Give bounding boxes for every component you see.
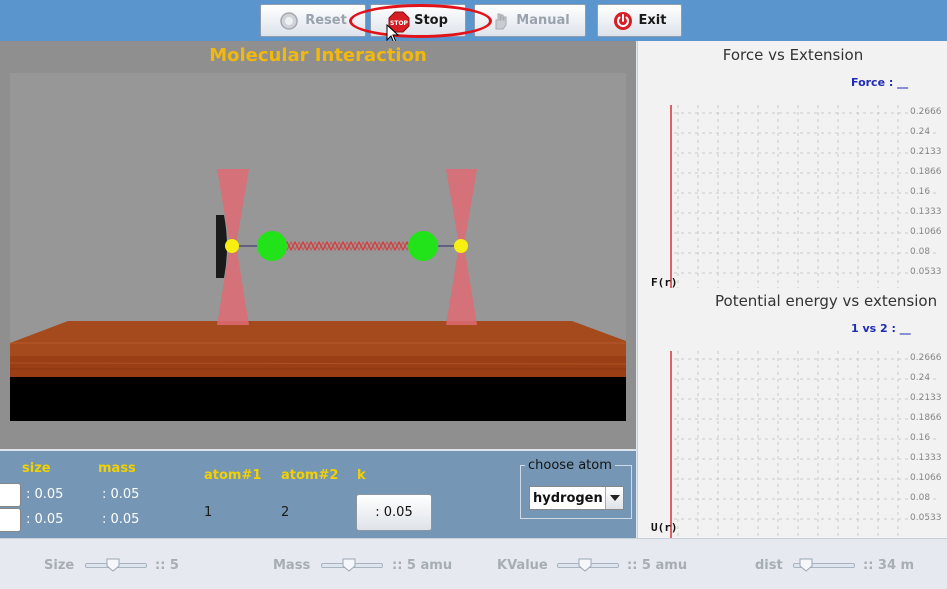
potential-tick: 0.16 [910, 433, 931, 443]
kvalue-slider-value: :: 5 amu [627, 558, 688, 573]
reset-icon [279, 11, 299, 31]
size-value-atom1: : 0.05 [26, 487, 64, 502]
potential-tick: 0.1333 [910, 453, 942, 463]
potential-tick: 0.2666 [910, 353, 942, 363]
atom2-value: 2 [281, 505, 290, 520]
graph-panel: Force vs Extension Force : __ 0.2666 0.2… [637, 41, 947, 538]
exit-label: Exit [638, 13, 667, 28]
force-tick: 0.24 [910, 127, 931, 137]
size-value-atom2: : 0.05 [26, 512, 64, 527]
potential-tick: 0.1066 [910, 473, 942, 483]
atom1-value: 1 [204, 505, 213, 520]
simulation-scene [10, 73, 626, 421]
choose-atom-label: choose atom [525, 458, 615, 473]
atom-select-dropdown[interactable]: hydrogen [529, 486, 624, 510]
force-tick: 0.2133 [910, 147, 942, 157]
mass-header: mass [98, 461, 136, 476]
stop-highlight-annotation [349, 4, 492, 38]
mass-value-atom1: : 0.05 [102, 487, 140, 502]
controls-panel: size mass atom#1 atom#2 k : 0.05 : 0.05 … [0, 451, 636, 538]
mass-value-atom2: : 0.05 [102, 512, 140, 527]
atom-2 [408, 231, 438, 261]
slider-bar: Size :: 5 Mass :: 5 amu KValue :: 5 amu … [0, 538, 947, 589]
k-value-button[interactable]: : 0.05 [356, 494, 432, 531]
force-tick: 0.08 [910, 247, 931, 257]
exit-button[interactable]: Exit [597, 4, 682, 37]
hand-icon [490, 11, 510, 31]
atom-select-value: hydrogen [533, 490, 603, 506]
power-icon [613, 11, 633, 31]
potential-tick: 0.1866 [910, 413, 942, 423]
potential-tick: 0.0533 [910, 513, 942, 523]
force-tick: 0.2666 [910, 107, 942, 117]
potential-tick: 0.08 [910, 493, 931, 503]
mass-slider-thumb[interactable] [342, 558, 356, 572]
atom-1 [257, 231, 287, 261]
simulation-panel: Molecular Interaction [0, 41, 636, 449]
potential-y-axis-label: U(r) [651, 521, 678, 534]
right-bead [454, 239, 468, 253]
table-base [10, 377, 626, 421]
force-tick: 0.0533 [910, 267, 942, 277]
force-tick: 0.1333 [910, 207, 942, 217]
chevron-down-icon[interactable] [605, 487, 623, 509]
force-tick: 0.1866 [910, 167, 942, 177]
atom2-color-swatch[interactable] [0, 508, 21, 532]
potential-tick: 0.24 [910, 373, 931, 383]
dist-slider-thumb[interactable] [799, 558, 813, 572]
dist-slider-label: dist [755, 558, 783, 573]
k-header: k [357, 468, 366, 483]
mass-slider-value: :: 5 amu [392, 558, 453, 573]
atom1-color-swatch[interactable] [0, 483, 21, 507]
size-slider-label: Size [44, 558, 75, 573]
left-bead [225, 239, 239, 253]
k-value-label: : 0.05 [375, 505, 413, 520]
kvalue-slider-label: KValue [497, 558, 548, 573]
potential-tick: 0.2133 [910, 393, 942, 403]
potential-graph [670, 351, 938, 538]
dist-slider-value: :: 34 m [863, 558, 915, 573]
size-slider-value: :: 5 [155, 558, 179, 573]
manual-label: Manual [516, 13, 570, 28]
simulation-title: Molecular Interaction [209, 45, 427, 66]
mass-slider-label: Mass [273, 558, 311, 573]
size-header: size [22, 461, 51, 476]
atom2-header: atom#2 [281, 468, 339, 483]
kvalue-slider-thumb[interactable] [578, 558, 592, 572]
reset-label: Reset [305, 13, 347, 28]
toolbar: Reset STOP Stop Manual Exit [0, 0, 947, 44]
choose-atom-group: choose atom hydrogen [520, 458, 632, 519]
force-tick: 0.1066 [910, 227, 942, 237]
size-slider-thumb[interactable] [106, 558, 120, 572]
force-tick: 0.16 [910, 187, 931, 197]
atom1-header: atom#1 [204, 468, 262, 483]
force-graph [670, 105, 938, 288]
